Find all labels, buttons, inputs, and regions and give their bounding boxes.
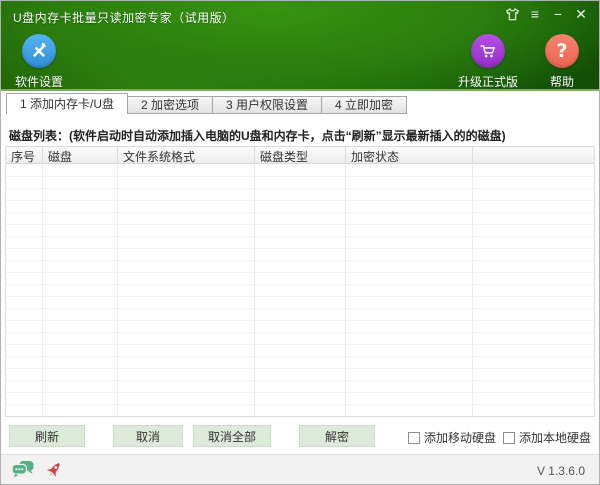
settings-label: 软件设置 [15,73,63,90]
disk-list-caption: 磁盘列表：(软件启动时自动添加插入电脑的U盘和内存卡，点击“刷新”显示最新插入的… [9,127,506,144]
app-header: U盘内存卡批量只读加密专家（试用版） ≡ − ✕ 软件设置 [1,1,599,91]
app-window: U盘内存卡批量只读加密专家（试用版） ≡ − ✕ 软件设置 [0,0,600,485]
tab-strip: 1 添加内存卡/U盘 2 加密选项 3 用户权限设置 4 立即加密 [6,93,407,114]
tools-icon [22,34,56,68]
disk-table-header: 序号 磁盘 文件系统格式 磁盘类型 加密状态 [6,147,594,164]
close-icon[interactable]: ✕ [573,6,589,22]
column-divider [42,165,43,416]
upgrade-label: 升级正式版 [458,73,518,90]
titlebar-controls: ≡ − ✕ [504,6,589,22]
help-button[interactable]: ? 帮助 [538,34,586,90]
disk-table-body[interactable] [6,165,594,416]
cancel-button[interactable]: 取消 [113,425,183,447]
add-local-drive-checkbox[interactable]: 添加本地硬盘 [503,429,591,446]
tab-encrypt-now[interactable]: 4 立即加密 [321,96,407,114]
cart-icon [471,34,505,68]
skin-icon[interactable] [504,6,520,22]
refresh-button[interactable]: 刷新 [9,425,85,447]
column-header-index[interactable]: 序号 [6,147,43,163]
tab-add-disks[interactable]: 1 添加内存卡/U盘 [6,93,128,114]
upgrade-button[interactable]: 升级正式版 [457,34,519,90]
add-removable-drive-checkbox[interactable]: 添加移动硬盘 [408,429,496,446]
tab-encrypt-options[interactable]: 2 加密选项 [127,96,213,114]
menu-icon[interactable]: ≡ [527,6,543,22]
settings-button[interactable]: 软件设置 [15,34,63,90]
column-header-filesystem[interactable]: 文件系统格式 [118,147,255,163]
status-bar: V 1.3.6.0 [1,454,599,484]
cancel-all-button[interactable]: 取消全部 [193,425,271,447]
rocket-icon[interactable] [43,460,65,485]
checkbox-box[interactable] [408,432,420,444]
help-label: 帮助 [550,73,574,90]
minimize-icon[interactable]: − [550,6,566,22]
column-header-blank [473,147,594,163]
disk-table[interactable]: 序号 磁盘 文件系统格式 磁盘类型 加密状态 [5,146,595,417]
question-icon: ? [545,34,579,68]
tab-user-permissions[interactable]: 3 用户权限设置 [212,96,322,114]
column-divider [117,165,118,416]
column-divider [254,165,255,416]
checkbox-label: 添加移动硬盘 [424,429,496,446]
column-header-disk-type[interactable]: 磁盘类型 [255,147,346,163]
column-header-encrypt-status[interactable]: 加密状态 [346,147,473,163]
checkbox-label: 添加本地硬盘 [519,429,591,446]
version-label: V 1.3.6.0 [537,464,585,478]
column-divider [345,165,346,416]
checkbox-box[interactable] [503,432,515,444]
chat-bubbles-icon[interactable] [11,460,35,485]
column-header-disk[interactable]: 磁盘 [43,147,118,163]
window-title: U盘内存卡批量只读加密专家（试用版） [13,9,235,26]
column-divider [472,165,473,416]
decrypt-button[interactable]: 解密 [299,425,375,447]
